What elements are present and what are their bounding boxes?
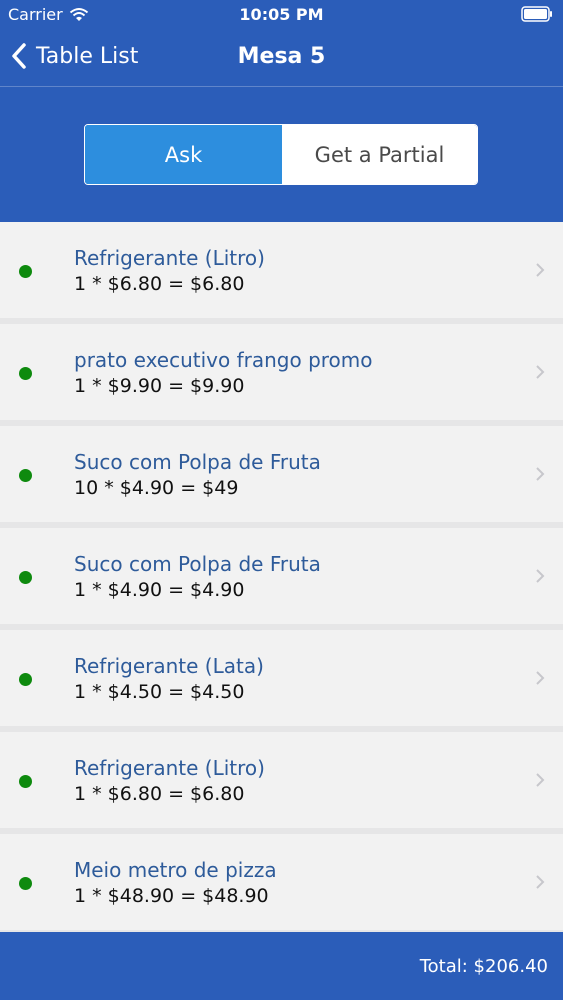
list-item[interactable]: Meio metro de pizza 1 * $48.90 = $48.90: [0, 834, 563, 930]
header: Carrier 10:05 PM Table List Mesa 5 Ask G…: [0, 0, 563, 222]
battery-icon: [521, 6, 553, 22]
status-time: 10:05 PM: [239, 5, 324, 24]
list-item[interactable]: Refrigerante (Lata) 1 * $4.50 = $4.50: [0, 630, 563, 726]
item-name: Suco com Polpa de Fruta: [74, 552, 321, 576]
item-name: prato executivo frango promo: [74, 348, 373, 372]
item-detail: 1 * $6.80 = $6.80: [74, 783, 245, 805]
chevron-right-icon: [536, 773, 545, 787]
dot-icon: [19, 367, 32, 380]
navigation-bar: Table List Mesa 5: [0, 30, 563, 87]
list-item[interactable]: Refrigerante (Litro) 1 * $6.80 = $6.80: [0, 732, 563, 828]
segment-ask[interactable]: Ask: [85, 125, 282, 184]
chevron-right-icon: [536, 875, 545, 889]
list-item[interactable]: Suco com Polpa de Fruta 10 * $4.90 = $49: [0, 426, 563, 522]
dot-icon: [19, 265, 32, 278]
dot-icon: [19, 469, 32, 482]
dot-icon: [19, 877, 32, 890]
chevron-right-icon: [536, 671, 545, 685]
item-detail: 1 * $6.80 = $6.80: [74, 273, 245, 295]
item-name: Refrigerante (Lata): [74, 654, 264, 678]
item-name: Meio metro de pizza: [74, 858, 277, 882]
list-item[interactable]: prato executivo frango promo 1 * $9.90 =…: [0, 324, 563, 420]
item-name: Refrigerante (Litro): [74, 246, 265, 270]
item-detail: 1 * $9.90 = $9.90: [74, 375, 245, 397]
item-detail: 10 * $4.90 = $49: [74, 477, 239, 499]
item-detail: 1 * $48.90 = $48.90: [74, 885, 269, 907]
chevron-right-icon: [536, 263, 545, 277]
order-item-list: Refrigerante (Litro) 1 * $6.80 = $6.80 p…: [0, 222, 563, 936]
chevron-right-icon: [536, 467, 545, 481]
status-bar: Carrier 10:05 PM: [0, 0, 563, 30]
chevron-right-icon: [536, 569, 545, 583]
segmented-control: Ask Get a Partial: [84, 124, 478, 185]
item-name: Refrigerante (Litro): [74, 756, 265, 780]
dot-icon: [19, 571, 32, 584]
item-name: Suco com Polpa de Fruta: [74, 450, 321, 474]
page-title: Mesa 5: [237, 44, 326, 69]
total-amount: Total: $206.40: [419, 956, 548, 977]
screen: Carrier 10:05 PM Table List Mesa 5 Ask G…: [0, 0, 563, 1000]
item-detail: 1 * $4.50 = $4.50: [74, 681, 245, 703]
segment-get-a-partial[interactable]: Get a Partial: [282, 125, 477, 184]
dot-icon: [19, 775, 32, 788]
list-item[interactable]: Suco com Polpa de Fruta 1 * $4.90 = $4.9…: [0, 528, 563, 624]
list-item[interactable]: Refrigerante (Litro) 1 * $6.80 = $6.80: [0, 222, 563, 318]
chevron-right-icon: [536, 365, 545, 379]
dot-icon: [19, 673, 32, 686]
item-detail: 1 * $4.90 = $4.90: [74, 579, 245, 601]
footer-bar: Total: $206.40: [0, 932, 563, 1000]
